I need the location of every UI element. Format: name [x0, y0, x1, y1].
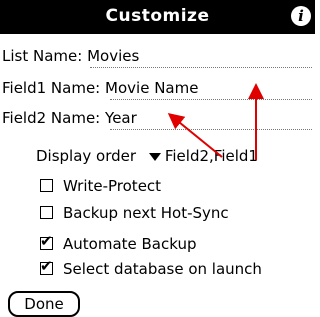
arrow-to-field2 — [167, 112, 223, 158]
annotation-arrows — [167, 83, 264, 160]
